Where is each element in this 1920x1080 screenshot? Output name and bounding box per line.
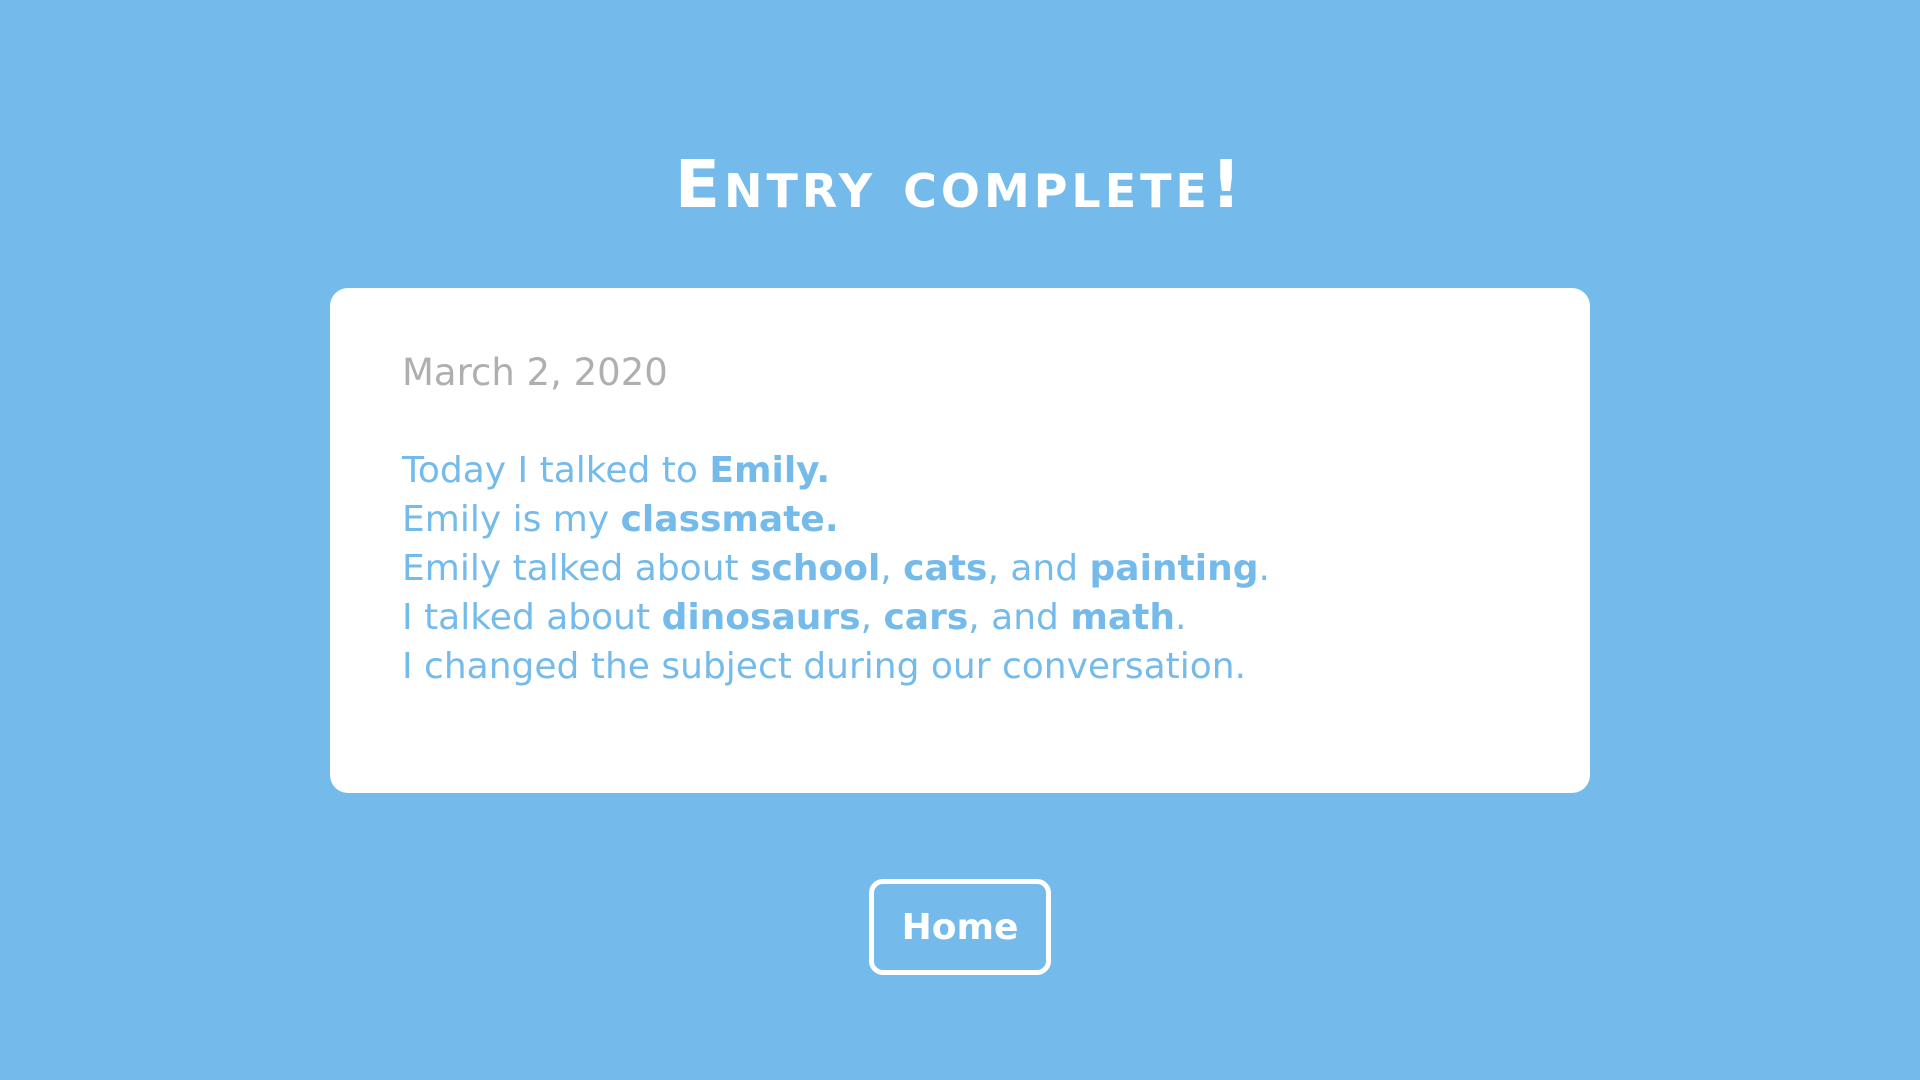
page-title: Entry complete! bbox=[674, 146, 1246, 223]
entry-text: Emily is my bbox=[402, 499, 621, 540]
topic: math bbox=[1070, 597, 1176, 638]
separator: , and bbox=[987, 548, 1090, 589]
separator: , bbox=[880, 548, 904, 589]
home-button[interactable]: Home bbox=[869, 879, 1051, 975]
entry-text: I talked about bbox=[402, 597, 662, 638]
separator: , bbox=[860, 597, 884, 638]
entry-line-relationship: Emily is my classmate. bbox=[402, 495, 1518, 544]
entry-date: March 2, 2020 bbox=[402, 351, 668, 394]
separator: , and bbox=[968, 597, 1071, 638]
partner-name: Emily. bbox=[709, 450, 831, 491]
entry-text: Today I talked to bbox=[402, 450, 710, 491]
topic: painting bbox=[1089, 548, 1259, 589]
topic: dinosaurs bbox=[661, 597, 861, 638]
entry-complete-screen: Entry complete! March 2, 2020 Today I ta… bbox=[0, 0, 1920, 1080]
entry-line-subject-change: I changed the subject during our convers… bbox=[402, 646, 1247, 687]
relationship: classmate. bbox=[620, 499, 839, 540]
period: . bbox=[1258, 548, 1270, 589]
period: . bbox=[1175, 597, 1187, 638]
entry-line-my-topics: I talked about dinosaurs, cars, and math… bbox=[402, 593, 1518, 642]
topic: cats bbox=[903, 548, 988, 589]
entry-text: Emily talked about bbox=[402, 548, 751, 589]
topic: cars bbox=[883, 597, 969, 638]
entry-line-talked-to: Today I talked to Emily. bbox=[402, 446, 1518, 495]
topic: school bbox=[750, 548, 881, 589]
entry-line-partner-topics: Emily talked about school, cats, and pai… bbox=[402, 544, 1518, 593]
journal-entry-card: March 2, 2020 Today I talked to Emily. E… bbox=[330, 288, 1590, 793]
